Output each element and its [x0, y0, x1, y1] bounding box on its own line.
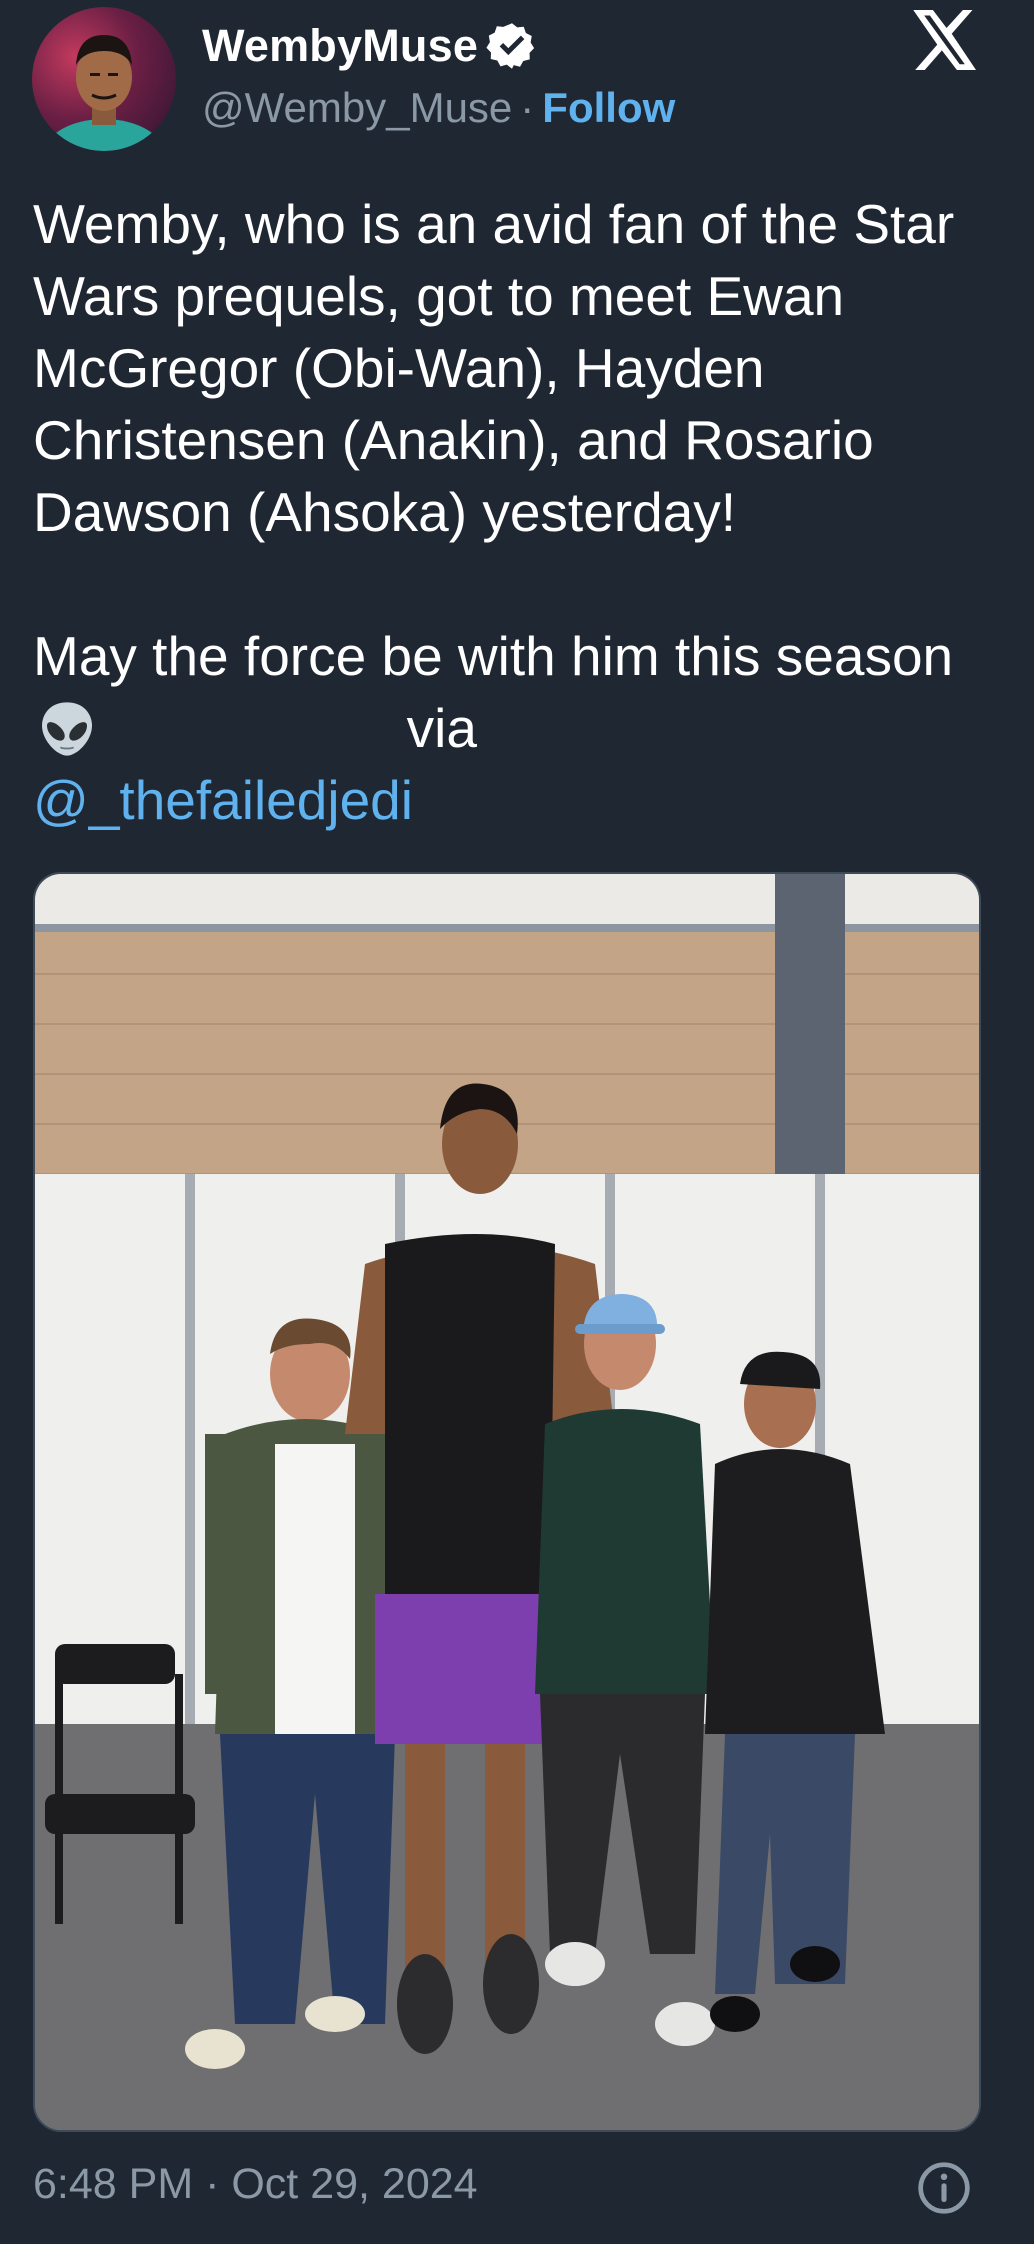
tweet-photo[interactable] [33, 872, 981, 2132]
tweet-text: Wemby, who is an avid fan of the Star Wa… [33, 188, 1013, 836]
timestamp-link[interactable]: 6:48 PM · Oct 29, 2024 [33, 2160, 478, 2209]
tweet-footer: 6:48 PM · Oct 29, 2024 [33, 2160, 981, 2216]
tweet-line-2: May the force be with him this season [33, 625, 954, 687]
avatar-portrait [42, 35, 166, 151]
info-icon[interactable] [916, 2160, 972, 2216]
via-label: via [406, 697, 477, 759]
user-handle[interactable]: @Wemby_Muse [202, 84, 512, 132]
x-logo-icon[interactable] [913, 10, 979, 70]
follow-button[interactable]: Follow [542, 84, 675, 132]
alien-emoji-icon [42, 702, 92, 756]
tweet-header: WembyMuse @Wemby_Muse · Follow [0, 0, 1034, 170]
photo-scene [35, 874, 979, 2130]
handle-row: @Wemby_Muse · Follow [202, 84, 675, 132]
display-name[interactable]: WembyMuse [202, 20, 478, 72]
tweet-body: Wemby, who is an avid fan of the Star Wa… [33, 193, 970, 543]
handle-separator: · [520, 84, 535, 131]
verified-badge-icon [486, 23, 535, 69]
avatar[interactable] [32, 7, 176, 151]
name-row: WembyMuse [202, 20, 538, 72]
mention-link[interactable]: @_thefailedjedi [33, 769, 413, 831]
